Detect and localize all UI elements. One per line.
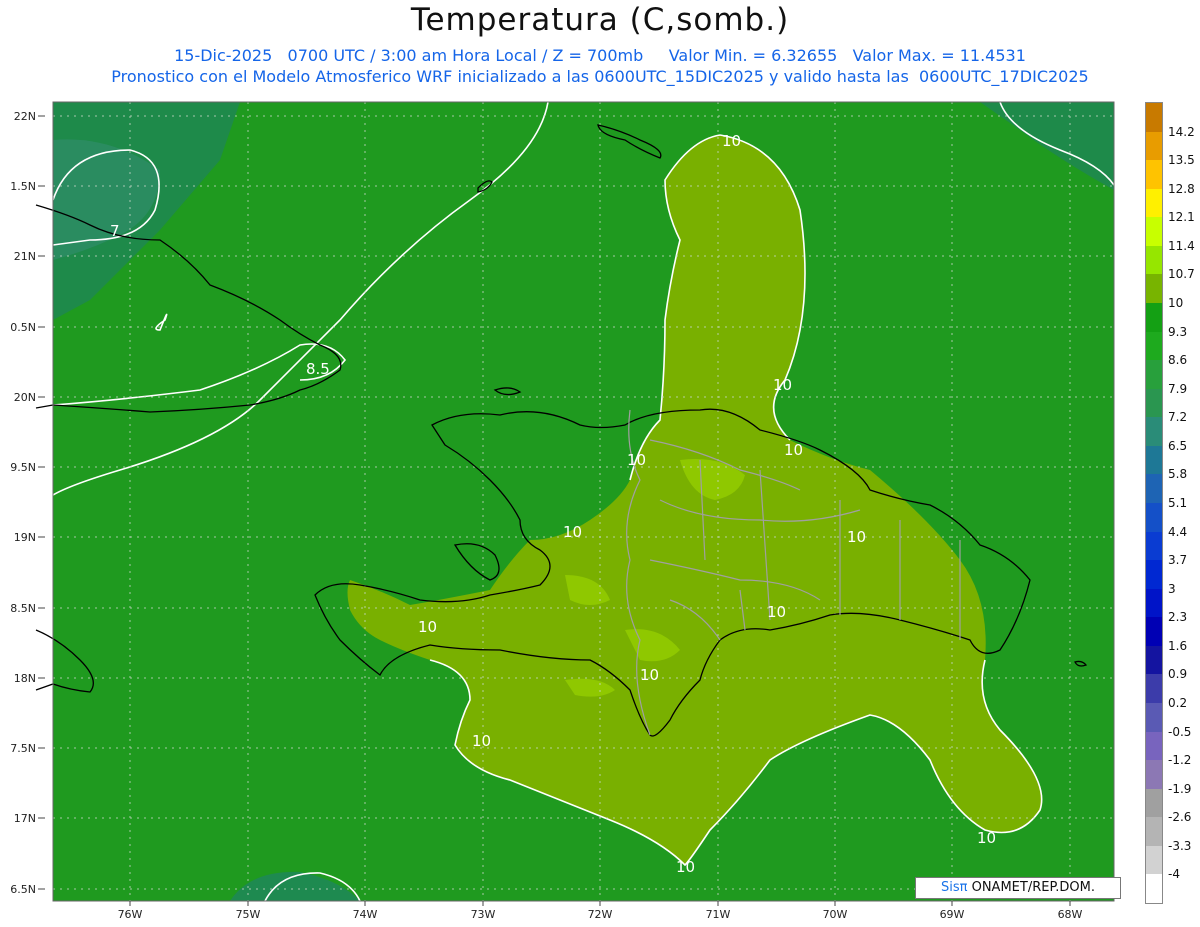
legend-color-swatch [1146,845,1162,875]
legend-label: 9.3 [1168,324,1188,339]
contour-label: 8.5 [306,360,330,378]
legend-color-swatch [1146,503,1162,533]
legend-color-swatch [1146,331,1162,361]
contour-label: 10 [472,732,491,750]
legend-label: 12.1 [1168,210,1195,225]
legend-label: -4 [1168,867,1180,882]
y-tick-label: 9.5N [10,461,36,474]
legend-color-swatch [1146,274,1162,304]
y-tick-label: 17N [14,812,36,825]
contour-label: 10 [676,858,695,876]
contour-label: 10 [418,618,437,636]
sispi-logo: Sisπ [941,880,968,895]
contour-label: 10 [722,132,741,150]
legend-color-swatch [1146,731,1162,761]
y-tick-label: 19N [14,531,36,544]
legend-color-swatch [1146,617,1162,647]
legend-label: 0.9 [1168,667,1188,682]
temperature-map: 10 10 10 10 10 10 10 10 10 10 10 8.5 7 1… [10,101,1115,921]
legend-label: 5.1 [1168,496,1188,510]
credit-text: ONAMET/REP.DOM. [967,880,1095,895]
legend-label: 1.6 [1168,638,1188,653]
contour-label: 10 [563,523,582,541]
contour-label: 10 [640,666,659,684]
legend-label: -3.3 [1168,838,1192,853]
y-axis-labels: 22N 1.5N 21N 0.5N 20N 9.5N 19N 8.5N 18N … [10,110,36,896]
legend-color-swatch [1146,188,1162,218]
contour-label: 7 [110,222,120,240]
legend-label: 3.7 [1168,553,1188,568]
contour-label: 10 [767,603,786,621]
legend-color-swatch [1146,474,1162,504]
legend-color-swatch [1146,303,1162,333]
legend-color-swatch [1146,817,1162,847]
legend-color-swatch [1146,217,1162,247]
legend-color-swatch [1146,531,1162,561]
color-legend-bar [1145,102,1163,904]
y-tick-label: 7.5N [10,742,36,755]
legend-color-swatch [1146,360,1162,390]
legend-color-swatch [1146,560,1162,590]
legend-color-swatch [1146,645,1162,675]
legend-color-swatch [1146,103,1162,133]
contour-label: 10 [847,528,866,546]
contour-label: 10 [627,451,646,469]
legend-label: 13.5 [1168,153,1195,168]
y-tick-label: 8.5N [10,602,36,615]
legend-color-swatch [1146,760,1162,790]
legend-color-swatch [1146,788,1162,818]
y-tick-marks [38,115,45,890]
legend-label: 7.2 [1168,410,1188,425]
legend-color-swatch [1146,703,1162,733]
credit-box: Sisπ ONAMET/REP.DOM. [915,877,1121,899]
y-tick-label: 18N [14,672,36,685]
legend-color-swatch [1146,674,1162,704]
legend-color-swatch [1146,160,1162,190]
contour-label: 10 [784,441,803,459]
x-tick-label: 71W [706,908,731,921]
x-tick-label: 73W [471,908,496,921]
legend-label: 8.6 [1168,353,1188,368]
y-tick-label: 20N [14,391,36,404]
legend-label: 0.2 [1168,696,1188,710]
legend-color-swatch [1146,388,1162,418]
legend-color-swatch [1146,245,1162,275]
contour-label: 10 [977,829,996,847]
legend-label: 2.3 [1168,610,1188,625]
legend-label: 4.4 [1168,524,1188,539]
legend-label: 14.2 [1168,124,1195,139]
x-tick-label: 68W [1058,908,1083,921]
legend-label: 3 [1168,581,1176,596]
legend-color-swatch [1146,417,1162,447]
legend-label: -1.9 [1168,781,1192,796]
y-tick-label: 6.5N [10,883,36,896]
legend-label: 6.5 [1168,438,1188,453]
legend-label: 12.8 [1168,181,1195,196]
legend-color-swatch [1146,131,1162,161]
legend-label: -1.2 [1168,753,1192,768]
x-axis-labels: 76W 75W 74W 73W 72W 71W 70W 69W 68W [118,908,1083,921]
legend-label: 10.7 [1168,267,1195,282]
x-tick-label: 69W [940,908,965,921]
contour-label: 10 [773,376,792,394]
legend-label: 7.9 [1168,381,1188,396]
x-tick-label: 72W [588,908,613,921]
legend-label: -2.6 [1168,810,1192,825]
x-tick-label: 75W [236,908,261,921]
y-tick-label: 22N [14,110,36,123]
x-tick-label: 76W [118,908,143,921]
legend-color-swatch [1146,445,1162,475]
legend-color-swatch [1146,588,1162,618]
x-tick-label: 70W [823,908,848,921]
legend-label: 5.8 [1168,467,1188,482]
legend-label: 10 [1168,296,1184,310]
legend-label: -0.5 [1168,724,1192,739]
x-tick-label: 74W [353,908,378,921]
legend-color-swatch [1146,874,1162,904]
y-tick-label: 0.5N [10,321,36,334]
y-tick-label: 1.5N [10,180,36,193]
y-tick-label: 21N [14,250,36,263]
legend-label: 11.4 [1168,238,1195,253]
x-tick-marks [129,901,1071,906]
